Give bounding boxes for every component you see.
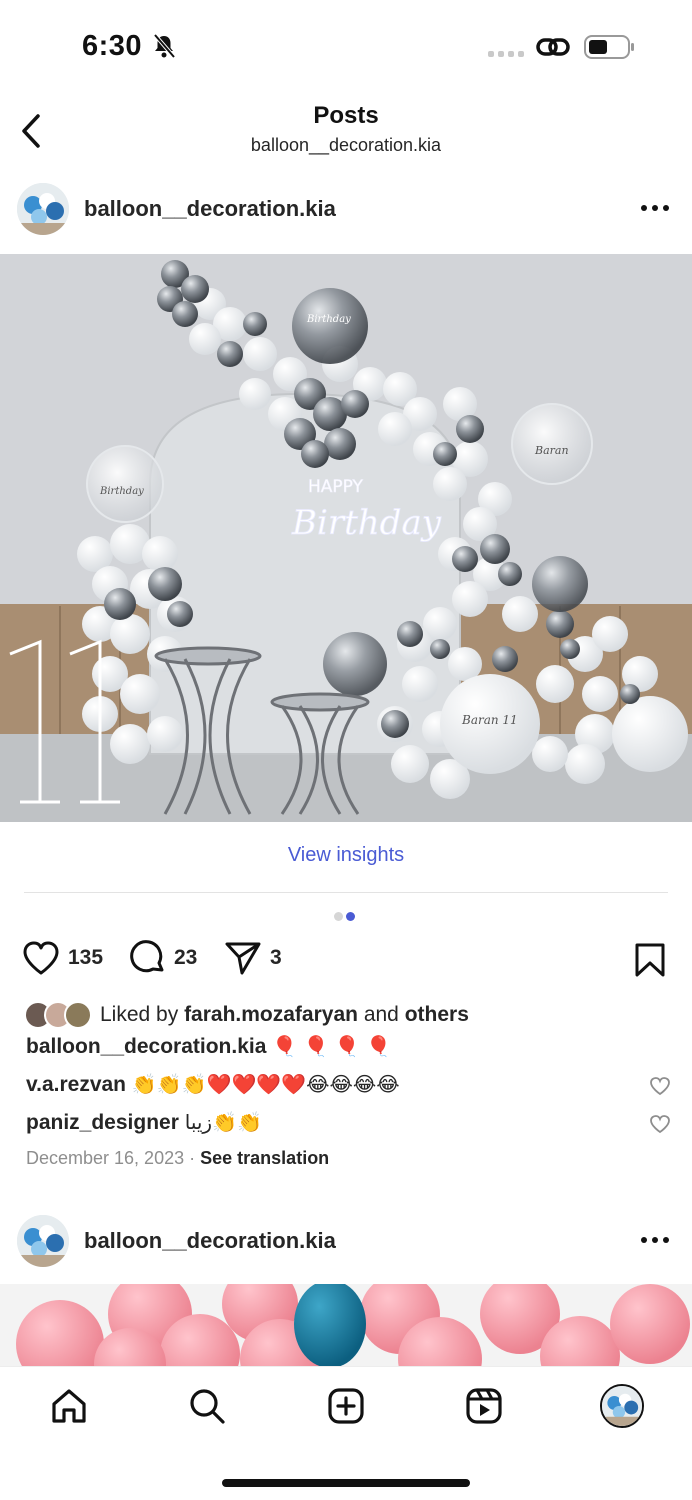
search-icon[interactable] [188,1387,226,1425]
comment-action[interactable]: 23 [130,940,197,976]
comment-username[interactable]: paniz_designer [26,1111,179,1134]
post-date: December 16, 2023 [26,1148,185,1168]
carousel-dot [334,912,343,921]
post-caption: balloon__decoration.kia 🎈 🎈 🎈 🎈 [26,1034,391,1059]
profile-avatar[interactable] [600,1384,644,1428]
liker-avatar [64,1001,92,1029]
clear-balloon-left-text: Birthday [99,486,144,497]
bell-muted-icon [153,33,176,59]
big-balloon-text: Baran 11 [461,713,518,727]
clear-balloon-right-text: Baran [534,444,569,457]
comment-like-icon[interactable] [649,1114,671,1134]
post-username[interactable]: balloon__decoration.kia [84,196,336,222]
comment-username[interactable]: v.a.rezvan [26,1073,126,1096]
silver-balloon-text: Birthday [306,314,351,325]
more-options-icon[interactable] [640,1236,670,1244]
heart-icon[interactable] [22,940,60,976]
carousel-dot-active [346,912,355,921]
comment-icon[interactable] [130,940,166,976]
comment-item: paniz_designer زیبا👏👏 [26,1110,262,1135]
link-icon [536,38,570,56]
post-date-row: December 16, 2023 · See translation [26,1148,329,1169]
neon-birthday-text: Birthday [291,503,442,543]
carousel-indicator [334,912,358,930]
comment-text: 👏👏👏❤️❤️❤️❤️😂😂😂😂 [131,1072,400,1096]
divider [24,892,668,893]
post-image[interactable] [0,1284,692,1368]
share-action[interactable]: 3 [224,940,282,976]
liked-by-and: and [363,1003,399,1026]
battery-icon [584,35,634,59]
like-action[interactable]: 135 [22,940,103,976]
signal-icon [488,51,524,57]
post-image[interactable]: Birthday Birthday Baran Baran 11 HAPPY B… [0,254,692,822]
caption-text: 🎈 🎈 🎈 🎈 [272,1034,391,1058]
liked-by-text[interactable]: Liked by farah.mozafaryan and others [100,1003,469,1027]
status-time: 6:30 [82,30,143,62]
navigation-bar: Posts balloon__decoration.kia [0,96,692,166]
liked-by-user[interactable]: farah.mozafaryan [184,1003,358,1026]
page-title: Posts [313,102,379,129]
bookmark-icon[interactable] [634,942,666,978]
comment-text: زیبا👏👏 [184,1110,262,1134]
more-options-icon[interactable] [640,204,670,212]
home-indicator [222,1479,470,1487]
neon-happy-text: HAPPY [308,477,364,497]
liked-by-others[interactable]: others [405,1003,469,1026]
home-icon[interactable] [50,1387,88,1425]
create-icon[interactable] [327,1387,365,1425]
date-separator: · [189,1148,196,1168]
like-count[interactable]: 135 [68,946,103,970]
avatar[interactable] [17,1215,69,1267]
post-header: balloon__decoration.kia [0,174,692,244]
view-insights-link[interactable]: View insights [0,844,692,867]
liked-by-prefix: Liked by [100,1003,179,1026]
post-username[interactable]: balloon__decoration.kia [84,1228,336,1254]
comment-item: v.a.rezvan 👏👏👏❤️❤️❤️❤️😂😂😂😂 [26,1072,400,1097]
comment-count[interactable]: 23 [174,946,197,970]
share-send-icon[interactable] [224,940,262,976]
status-bar: 6:30 [0,0,692,96]
page-subtitle: balloon__decoration.kia [250,135,442,155]
reels-icon[interactable] [465,1387,503,1425]
comment-like-icon[interactable] [649,1076,671,1096]
avatar[interactable] [17,183,69,235]
liked-by-row[interactable]: Liked by farah.mozafaryan and others [24,1000,469,1030]
post-actions: 135 23 3 [0,940,692,984]
share-count[interactable]: 3 [270,946,282,970]
see-translation-link[interactable]: See translation [200,1148,329,1168]
post-header: balloon__decoration.kia [0,1206,692,1276]
caption-username[interactable]: balloon__decoration.kia [26,1035,266,1058]
